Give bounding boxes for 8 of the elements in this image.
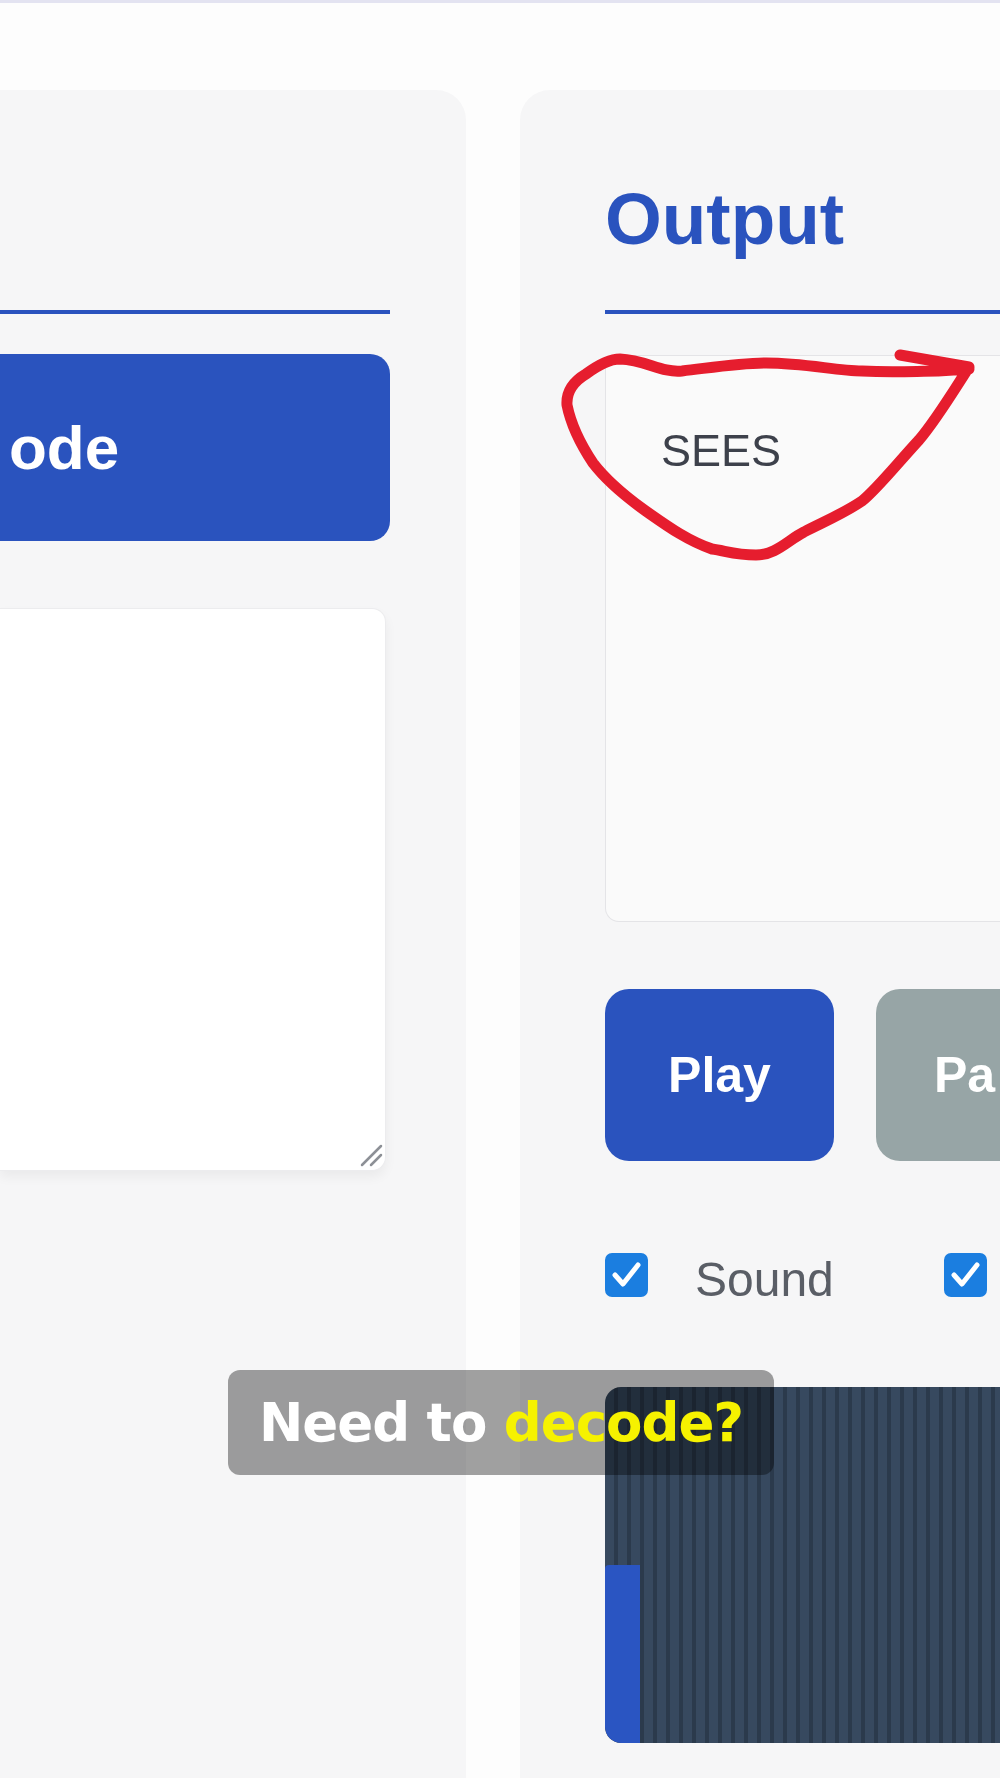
play-button[interactable]: Play [605, 989, 834, 1161]
checkbox[interactable] [943, 1252, 987, 1297]
resize-grip-icon[interactable] [359, 1143, 383, 1167]
input-field[interactable] [0, 608, 386, 1171]
action-button[interactable]: ode [0, 354, 390, 541]
checkbox[interactable] [605, 1252, 648, 1297]
output-field[interactable]: SEES [605, 355, 1000, 922]
checkbox-label: Sound [695, 1255, 834, 1304]
